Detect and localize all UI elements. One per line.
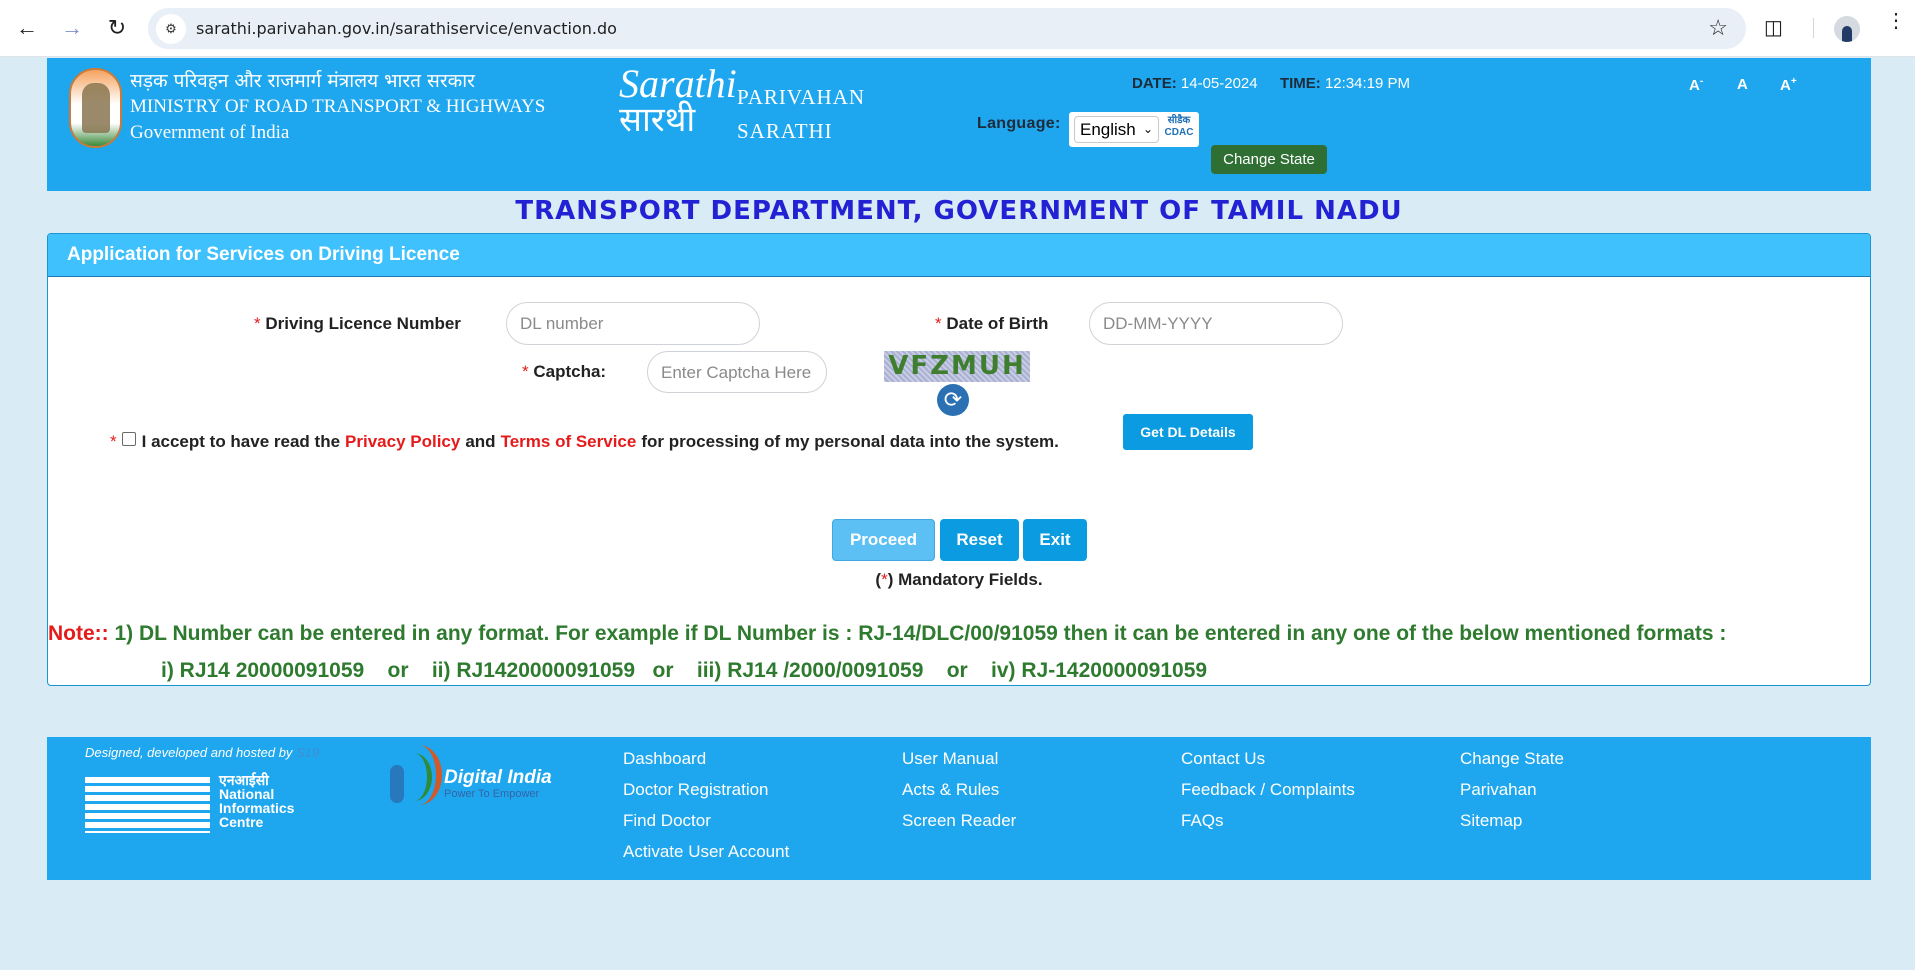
footer-link[interactable]: Dashboard — [623, 749, 706, 769]
refresh-captcha-icon[interactable]: ⟳ — [937, 384, 969, 416]
note-line-1: 1) DL Number can be entered in any forma… — [108, 622, 1727, 645]
brand-name: PARIVAHAN SARATHI — [737, 80, 865, 148]
site-header: सड़क परिवहन और राजमार्ग मंत्रालय भारत सर… — [47, 58, 1871, 191]
ministry-name: सड़क परिवहन और राजमार्ग मंत्रालय भारत सर… — [130, 68, 545, 146]
privacy-policy-link[interactable]: Privacy Policy — [345, 432, 460, 452]
footer-link[interactable]: Change State — [1460, 749, 1564, 769]
site-settings-icon[interactable]: ⚙ — [156, 14, 186, 44]
consent-text-post: for processing of my personal data into … — [641, 432, 1059, 451]
national-emblem-logo — [69, 68, 122, 148]
panel-title: Application for Services on Driving Lice… — [48, 234, 1870, 277]
required-mark: * — [522, 362, 529, 381]
brand-sarathi: SARATHI — [737, 119, 833, 143]
ministry-hindi: सड़क परिवहन और राजमार्ग मंत्रालय भारत सर… — [130, 70, 475, 92]
ministry-english: MINISTRY OF ROAD TRANSPORT & HIGHWAYS — [130, 96, 546, 117]
footer-link[interactable]: Doctor Registration — [623, 780, 769, 800]
required-mark: * — [254, 314, 261, 333]
font-decrease-button[interactable]: A- — [1689, 76, 1703, 94]
font-increase-button[interactable]: A+ — [1780, 76, 1797, 94]
browser-toolbar: ← → ↻ ⚙ sarathi.parivahan.gov.in/sarathi… — [0, 0, 1915, 57]
footer-link[interactable]: Find Doctor — [623, 811, 711, 831]
note-line-2: i) RJ14 20000091059 or ii) RJ14200000910… — [161, 659, 1208, 682]
dl-number-label: * Driving Licence Number — [254, 314, 461, 333]
footer-link[interactable]: FAQs — [1181, 811, 1224, 831]
footer-link[interactable]: Screen Reader — [902, 811, 1016, 831]
forward-arrow-icon[interactable]: → — [58, 14, 86, 42]
dl-services-form: Application for Services on Driving Lice… — [47, 233, 1871, 686]
sarathi-logo[interactable]: Sarathi सारथी — [619, 61, 737, 140]
captcha-label: * Captcha: — [522, 362, 607, 381]
date-time: DATE: 14-05-2024 TIME: 12:34:19 PM — [1132, 75, 1410, 92]
consent-text-and: and — [465, 432, 496, 451]
dob-input[interactable]: DD-MM-YYYY — [1089, 302, 1343, 345]
dl-format-note: Note:: 1) DL Number can be entered in an… — [48, 622, 1726, 646]
consent-row: * I accept to have read the Privacy Poli… — [110, 432, 1059, 452]
mandatory-fields-note: (*) Mandatory Fields. — [875, 570, 1043, 589]
designed-by-text: Designed, developed and hosted by S19 — [85, 745, 320, 760]
reload-icon[interactable]: ↻ — [103, 14, 131, 42]
captcha-image: VFZMUH — [884, 351, 1030, 382]
toolbar-divider — [1813, 18, 1814, 38]
cdac-en: CDAC — [1164, 127, 1194, 138]
sarathi-logo-en: Sarathi — [619, 61, 737, 106]
nic-name: एनआईसी National Informatics Centre — [219, 772, 295, 830]
language-selector-box: English ⌄ सीडैक CDAC — [1069, 112, 1199, 147]
bookmark-star-icon[interactable]: ☆ — [1708, 15, 1728, 41]
nic-logo — [85, 777, 210, 833]
dob-label: * Date of Birth — [935, 314, 1049, 333]
sarathi-logo-hi: सारथी — [619, 100, 696, 140]
digital-india-logo — [390, 745, 442, 805]
back-arrow-icon[interactable]: ← — [13, 14, 41, 42]
font-normal-button[interactable]: A — [1737, 76, 1748, 93]
get-dl-details-button[interactable]: Get DL Details — [1123, 414, 1253, 450]
dl-number-input[interactable]: DL number — [506, 302, 760, 345]
menu-kebab-icon[interactable]: ⋮ — [1886, 11, 1906, 31]
footer-link[interactable]: Acts & Rules — [902, 780, 999, 800]
terms-of-service-link[interactable]: Terms of Service — [501, 432, 637, 452]
required-mark: * — [110, 432, 117, 451]
digital-india-tagline: Power To Empower — [444, 788, 540, 800]
footer-link[interactable]: Sitemap — [1460, 811, 1522, 831]
cdac-hi: सीडैक — [1167, 115, 1191, 126]
footer-link[interactable]: User Manual — [902, 749, 998, 769]
language-label: Language: — [977, 115, 1061, 132]
required-mark: * — [935, 314, 942, 333]
extensions-icon[interactable]: ◫ — [1764, 15, 1790, 41]
change-state-button[interactable]: Change State — [1211, 145, 1327, 174]
cdac-logo: सीडैक CDAC — [1162, 115, 1196, 143]
reset-button[interactable]: Reset — [940, 519, 1019, 561]
government-of-india: Government of India — [130, 122, 290, 143]
consent-text-pre: I accept to have read the — [141, 432, 341, 451]
site-footer: Designed, developed and hosted by S19 एन… — [47, 737, 1871, 880]
date-value: 14-05-2024 — [1180, 75, 1258, 92]
proceed-button[interactable]: Proceed — [832, 519, 935, 561]
footer-link[interactable]: Contact Us — [1181, 749, 1265, 769]
consent-checkbox[interactable] — [121, 432, 136, 446]
footer-link[interactable]: Feedback / Complaints — [1181, 780, 1355, 800]
time-value: 12:34:19 PM — [1324, 75, 1411, 92]
language-select[interactable]: English ⌄ — [1074, 116, 1159, 143]
department-title: TRANSPORT DEPARTMENT, GOVERNMENT OF TAMI… — [515, 196, 1403, 226]
url-text[interactable]: sarathi.parivahan.gov.in/sarathiservice/… — [196, 19, 617, 38]
chevron-down-icon: ⌄ — [1142, 122, 1153, 136]
language-selected: English — [1080, 120, 1136, 139]
exit-button[interactable]: Exit — [1023, 519, 1087, 561]
footer-link[interactable]: Parivahan — [1460, 780, 1537, 800]
digital-india-text: Digital India — [444, 767, 552, 788]
date-label: DATE: — [1132, 75, 1177, 92]
brand-parivahan: PARIVAHAN — [737, 85, 866, 109]
captcha-input[interactable]: Enter Captcha Here — [647, 351, 827, 393]
address-bar[interactable]: ⚙ sarathi.parivahan.gov.in/sarathiservic… — [148, 8, 1746, 49]
footer-link[interactable]: Activate User Account — [623, 842, 789, 862]
profile-avatar-icon[interactable] — [1834, 16, 1860, 42]
time-label: TIME: — [1279, 75, 1321, 92]
note-label: Note:: — [48, 622, 109, 645]
